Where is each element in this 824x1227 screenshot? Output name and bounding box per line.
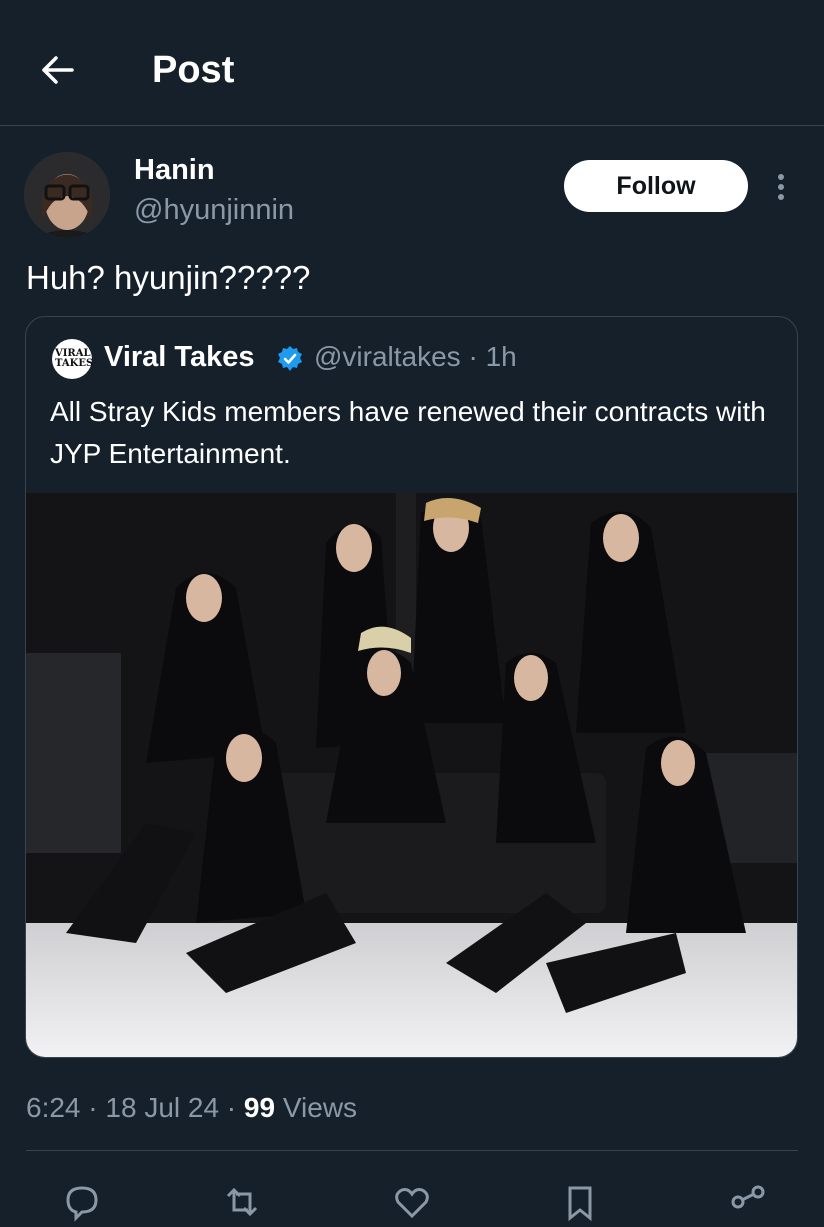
more-icon-dot [778,194,784,200]
author-display-name[interactable]: Hanin [134,154,215,187]
author-avatar[interactable] [24,152,110,238]
views-count[interactable]: 99 [244,1092,275,1123]
back-button[interactable] [36,48,80,92]
meta-separator: · [80,1092,106,1123]
post-text: Huh? hyunjin????? [26,259,311,296]
bookmark-button[interactable] [560,1182,600,1222]
meta-separator: · [219,1092,244,1123]
post-metadata: 6:24 · 18 Jul 24 · 99 Views [26,1088,357,1128]
post-time: 6:24 [26,1092,81,1123]
reply-icon [66,1186,98,1222]
quoted-avatar-logo: VIRAL TAKES [55,348,94,369]
group-photo [26,493,797,1057]
post-date: 18 Jul 24 [105,1092,220,1123]
more-options-button[interactable] [770,170,792,204]
top-bar: Post [0,0,824,126]
more-icon [778,174,784,180]
views-label[interactable]: Views [275,1092,357,1123]
repost-button[interactable] [222,1182,262,1222]
share-button[interactable] [728,1182,768,1222]
quoted-text: All Stray Kids members have renewed thei… [50,396,766,469]
more-icon-dot [778,184,784,190]
quoted-handle-time: @viraltakes · 1h [314,341,517,372]
follow-button[interactable]: Follow [564,160,748,212]
author-handle[interactable]: @hyunjinnin [134,194,294,227]
like-button[interactable] [392,1182,432,1222]
quoted-post[interactable]: VIRAL TAKES Viral Takes @viraltakes · 1h… [25,316,798,1058]
avatar-image [24,152,110,238]
page-title: Post [152,49,235,91]
verified-badge-icon [278,346,302,371]
like-icon [395,1188,429,1219]
reply-button[interactable] [62,1182,102,1222]
share-icon [731,1185,765,1209]
arrow-left-icon [42,56,74,84]
divider [26,1150,798,1151]
quoted-display-name: Viral Takes [104,341,255,373]
bookmark-icon [568,1186,592,1222]
quoted-avatar: VIRAL TAKES [52,339,94,379]
repost-icon [226,1187,258,1217]
